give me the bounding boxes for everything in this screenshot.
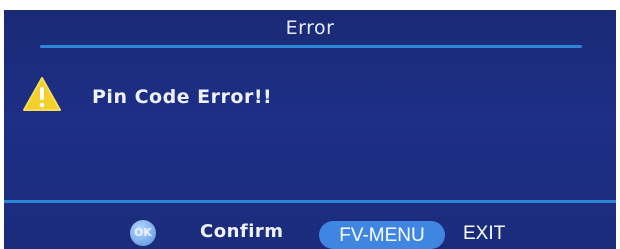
dialog-title: Error bbox=[285, 17, 335, 39]
exit-label: EXIT bbox=[463, 223, 506, 244]
error-message: Pin Code Error!! bbox=[92, 86, 273, 108]
warning-triangle-icon bbox=[23, 77, 61, 111]
error-dialog: Error Pin Code Error!! OK Confirm FV-MEN… bbox=[4, 10, 616, 249]
fv-menu-button[interactable]: FV-MENU bbox=[319, 221, 445, 249]
footer-divider bbox=[4, 200, 616, 203]
title-divider bbox=[40, 45, 582, 48]
confirm-label: Confirm bbox=[200, 221, 284, 242]
ok-button-icon[interactable]: OK bbox=[130, 220, 156, 246]
